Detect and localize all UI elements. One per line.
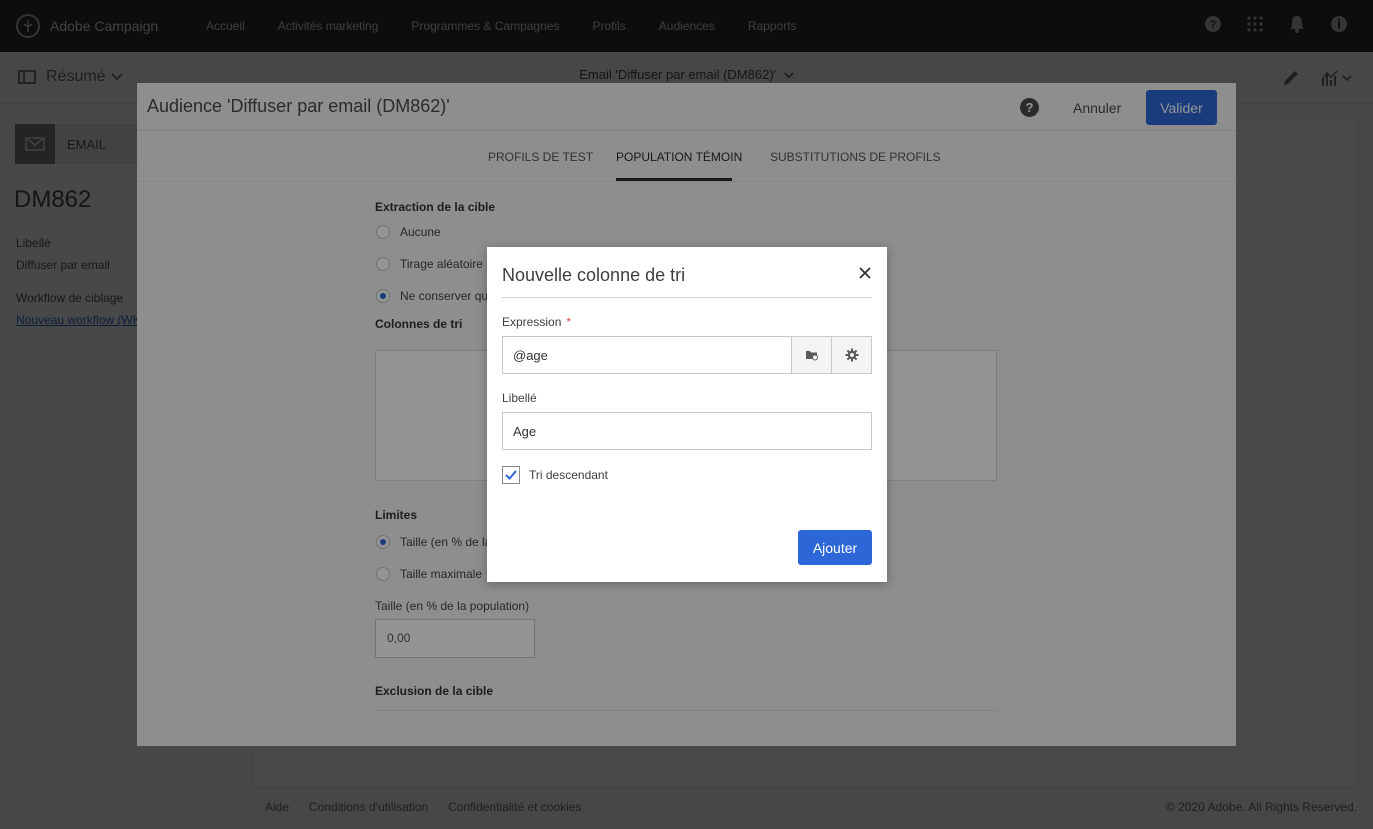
divider xyxy=(502,297,872,298)
field-picker-button[interactable] xyxy=(791,337,831,373)
label-field-label: Libellé xyxy=(502,391,537,405)
close-icon[interactable] xyxy=(857,265,873,281)
expression-label-text: Expression xyxy=(502,315,562,329)
label-input[interactable] xyxy=(502,412,872,450)
expression-field xyxy=(502,336,872,374)
checkmark-icon xyxy=(505,470,517,480)
required-mark: * xyxy=(566,315,572,329)
gear-icon xyxy=(845,348,858,362)
dialog-title: Nouvelle colonne de tri xyxy=(502,265,686,285)
new-sort-column-dialog: Nouvelle colonne de tri Expression * Libe… xyxy=(487,247,887,582)
expression-input[interactable] xyxy=(503,337,791,373)
folder-picker-icon xyxy=(805,351,818,361)
expression-editor-button[interactable] xyxy=(831,337,871,373)
checkbox[interactable] xyxy=(502,466,520,484)
checkbox-label: Tri descendant xyxy=(529,468,608,482)
descending-sort-checkbox[interactable]: Tri descendant xyxy=(502,466,608,484)
add-button[interactable]: Ajouter xyxy=(798,530,872,565)
expression-label: Expression * xyxy=(502,315,571,329)
